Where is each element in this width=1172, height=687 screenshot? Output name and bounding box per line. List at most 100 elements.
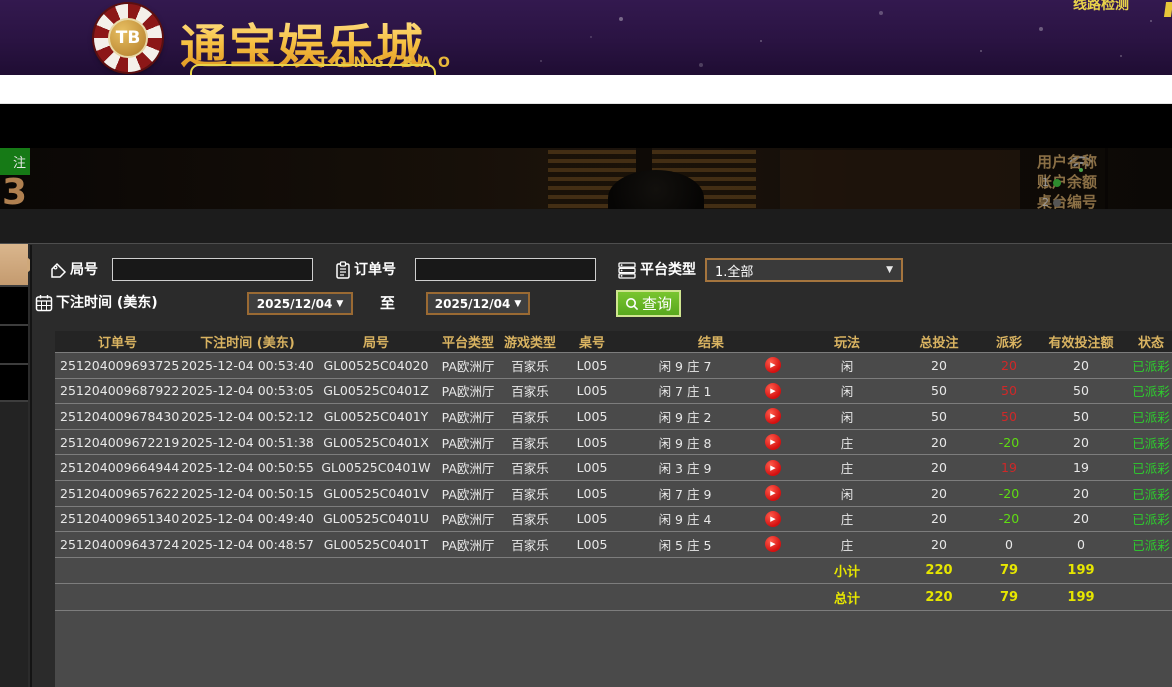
- cell-platform: PA欧洲厅: [437, 455, 499, 480]
- round-filter-label: 局号: [70, 258, 98, 282]
- white-band: [0, 75, 1172, 104]
- cell-total-bet: 20: [895, 353, 983, 378]
- replay-play-icon[interactable]: ▶: [765, 383, 781, 399]
- col-header: 平台类型: [437, 331, 499, 352]
- cell-round-number: GL00525C0401Z: [315, 379, 437, 404]
- date-to-select[interactable]: 2025/12/04 ▼: [426, 292, 530, 315]
- main-content: 局号 订单号 平台类型 1.全部 ▼ 下注时间 (美东) 2025/12/04 …: [0, 245, 1172, 687]
- cell-game-type: 百家乐: [499, 481, 561, 506]
- cell-valid-bet: 50: [1035, 404, 1127, 429]
- cell-valid-bet: 20: [1035, 430, 1127, 455]
- replay-play-icon[interactable]: ▶: [765, 434, 781, 450]
- cell-result: 闲 7 庄 9 ▶: [623, 481, 799, 506]
- cell-total-bet: 20: [895, 481, 983, 506]
- subtotal-payout: 79: [983, 558, 1035, 584]
- order-input[interactable]: [415, 258, 596, 281]
- line-check-link[interactable]: 线路检测: [1073, 0, 1129, 14]
- cell-table-number: L005: [561, 430, 623, 455]
- cell-bet-time: 2025-12-04 00:48:57: [180, 532, 315, 557]
- table-row: 251204009672219 2025-12-04 00:51:38 GL00…: [55, 430, 1172, 456]
- sparkle-decor: [0, 0, 2, 2]
- cell-status: 已派彩: [1127, 532, 1172, 557]
- cell-round-number: GL00525C0401W: [315, 455, 437, 480]
- col-header: 结果: [623, 331, 799, 352]
- cell-play-type: 闲: [799, 353, 895, 378]
- col-header: 局号: [315, 331, 437, 352]
- cell-game-type: 百家乐: [499, 455, 561, 480]
- bet-time-filter-label: 下注时间 (美东): [56, 291, 158, 315]
- calendar-icon: [34, 291, 54, 315]
- cell-valid-bet: 20: [1035, 481, 1127, 506]
- bet-count: 3: [2, 172, 27, 209]
- result-text: 闲 9 庄 2: [623, 407, 747, 426]
- cell-table-number: L005: [561, 507, 623, 532]
- sidebar-item-active[interactable]: [0, 244, 28, 285]
- cell-result: 闲 3 庄 9 ▶: [623, 455, 799, 480]
- cell-play-type: 庄: [799, 430, 895, 455]
- cell-platform: PA欧洲厅: [437, 481, 499, 506]
- cell-round-number: GL00525C0401T: [315, 532, 437, 557]
- cell-bet-time: 2025-12-04 00:52:12: [180, 404, 315, 429]
- cell-order-number: 251204009643724: [55, 532, 180, 557]
- grand-total-row: 总计 220 79 199: [55, 584, 1172, 611]
- tag-icon: [48, 258, 68, 282]
- search-button[interactable]: 查询: [616, 290, 681, 317]
- platform-select[interactable]: 1.全部 ▼: [705, 258, 903, 282]
- cell-bet-time: 2025-12-04 00:53:05: [180, 379, 315, 404]
- cell-order-number: 251204009651340: [55, 507, 180, 532]
- cell-total-bet: 20: [895, 430, 983, 455]
- table-row: 251204009693725 2025-12-04 00:53:40 GL00…: [55, 353, 1172, 379]
- cell-order-number: 251204009657622: [55, 481, 180, 506]
- chevron-down-icon: ▼: [514, 299, 521, 309]
- date-from-select[interactable]: 2025/12/04 ▼: [247, 292, 353, 315]
- edge-decor: [1164, 2, 1172, 17]
- table-row: 251204009678430 2025-12-04 00:52:12 GL00…: [55, 404, 1172, 430]
- cell-bet-time: 2025-12-04 00:53:40: [180, 353, 315, 378]
- cell-round-number: GL00525C0401X: [315, 430, 437, 455]
- cell-game-type: 百家乐: [499, 404, 561, 429]
- cell-result: 闲 9 庄 8 ▶: [623, 430, 799, 455]
- cell-platform: PA欧洲厅: [437, 353, 499, 378]
- bet-badge: 注: [0, 148, 30, 175]
- platform-list-icon: [617, 258, 637, 282]
- sidebar-item[interactable]: [0, 285, 28, 324]
- cell-round-number: GL00525C0401U: [315, 507, 437, 532]
- cell-order-number: 251204009693725: [55, 353, 180, 378]
- cell-payout: -20: [983, 507, 1035, 532]
- cell-status: 已派彩: [1127, 379, 1172, 404]
- cell-status: 已派彩: [1127, 430, 1172, 455]
- chevron-down-icon: ▼: [336, 299, 343, 309]
- poker-chip-logo-icon: TB: [94, 4, 162, 72]
- replay-play-icon[interactable]: ▶: [765, 511, 781, 527]
- cell-game-type: 百家乐: [499, 430, 561, 455]
- cell-platform: PA欧洲厅: [437, 379, 499, 404]
- replay-play-icon[interactable]: ▶: [765, 485, 781, 501]
- col-header: 派彩: [983, 331, 1035, 352]
- sidebar-item[interactable]: [0, 324, 28, 363]
- cell-table-number: L005: [561, 353, 623, 378]
- user-name-label: 用户名称: [1037, 152, 1172, 172]
- cell-valid-bet: 50: [1035, 379, 1127, 404]
- col-header: 下注时间 (美东): [180, 331, 315, 352]
- cell-payout: 50: [983, 379, 1035, 404]
- round-input[interactable]: [112, 258, 313, 281]
- table-row: 251204009651340 2025-12-04 00:49:40 GL00…: [55, 507, 1172, 533]
- replay-play-icon[interactable]: ▶: [765, 536, 781, 552]
- replay-play-icon[interactable]: ▶: [765, 357, 781, 373]
- cell-payout: -20: [983, 430, 1035, 455]
- sidebar-item[interactable]: [0, 363, 28, 402]
- cell-table-number: L005: [561, 379, 623, 404]
- col-header: 订单号: [55, 331, 180, 352]
- cell-result: 闲 9 庄 2 ▶: [623, 404, 799, 429]
- cell-round-number: GL00525C0401V: [315, 481, 437, 506]
- road-marker-2: 2: [1042, 196, 1061, 209]
- chevron-down-icon: ▼: [886, 265, 893, 275]
- cell-valid-bet: 19: [1035, 455, 1127, 480]
- replay-play-icon[interactable]: ▶: [765, 460, 781, 476]
- table-row: 251204009643724 2025-12-04 00:48:57 GL00…: [55, 532, 1172, 558]
- gray-dot-icon: [1053, 199, 1061, 207]
- cell-order-number: 251204009664944: [55, 455, 180, 480]
- table-row: 251204009664944 2025-12-04 00:50:55 GL00…: [55, 455, 1172, 481]
- result-text: 闲 3 庄 9: [623, 458, 747, 477]
- replay-play-icon[interactable]: ▶: [765, 408, 781, 424]
